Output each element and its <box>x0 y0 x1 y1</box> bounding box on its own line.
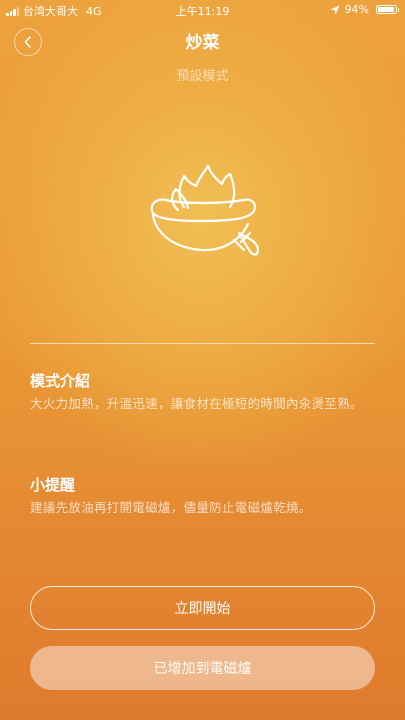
mode-intro-text: 大火力加熱，升溫迅速，讓食材在極短的時間內汆燙至熟。 <box>30 396 363 411</box>
mode-intro-heading: 模式介紹 <box>30 372 91 390</box>
page-subtitle: 預設模式 <box>176 69 229 84</box>
status-bar: 台湾大哥大 4G 上午11:19 94% <box>0 0 405 20</box>
divider <box>30 343 375 344</box>
location-arrow-icon <box>330 5 340 14</box>
added-to-cooker-button[interactable]: 已增加到電磁爐 <box>30 646 375 690</box>
tip-heading: 小提醒 <box>30 476 76 494</box>
status-right: 94% <box>330 3 399 16</box>
wok-flame-icon <box>150 164 260 256</box>
page-title: 炒菜 <box>185 33 220 53</box>
battery-icon <box>376 5 399 14</box>
start-now-button[interactable]: 立即開始 <box>30 586 375 630</box>
tip-text: 建議先放油再打開電磁爐，儘量防止電磁爐乾燒。 <box>30 500 312 515</box>
battery-percent: 94% <box>344 3 369 16</box>
illustration <box>144 160 260 274</box>
battery-fill <box>378 7 394 12</box>
